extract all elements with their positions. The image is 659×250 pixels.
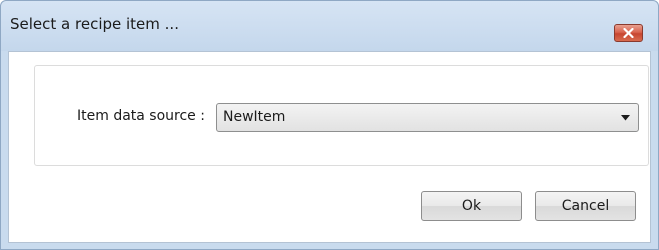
dialog-window: Select a recipe item ... Item data sourc… [0,0,659,250]
dropdown-arrow-icon [621,115,630,121]
item-source-group: Item data source : NewItem [34,65,649,166]
title-bar[interactable]: Select a recipe item ... [1,1,658,51]
dialog-title: Select a recipe item ... [10,15,179,33]
close-icon [623,28,634,38]
ok-button[interactable]: Ok [421,191,522,221]
cancel-button[interactable]: Cancel [535,191,636,221]
close-button[interactable] [614,24,643,42]
dropdown-selected-value: NewItem [223,109,286,125]
dialog-body: Item data source : NewItem Ok Cancel [8,51,651,243]
item-data-source-dropdown[interactable]: NewItem [216,103,639,132]
item-data-source-label: Item data source : [77,108,205,124]
